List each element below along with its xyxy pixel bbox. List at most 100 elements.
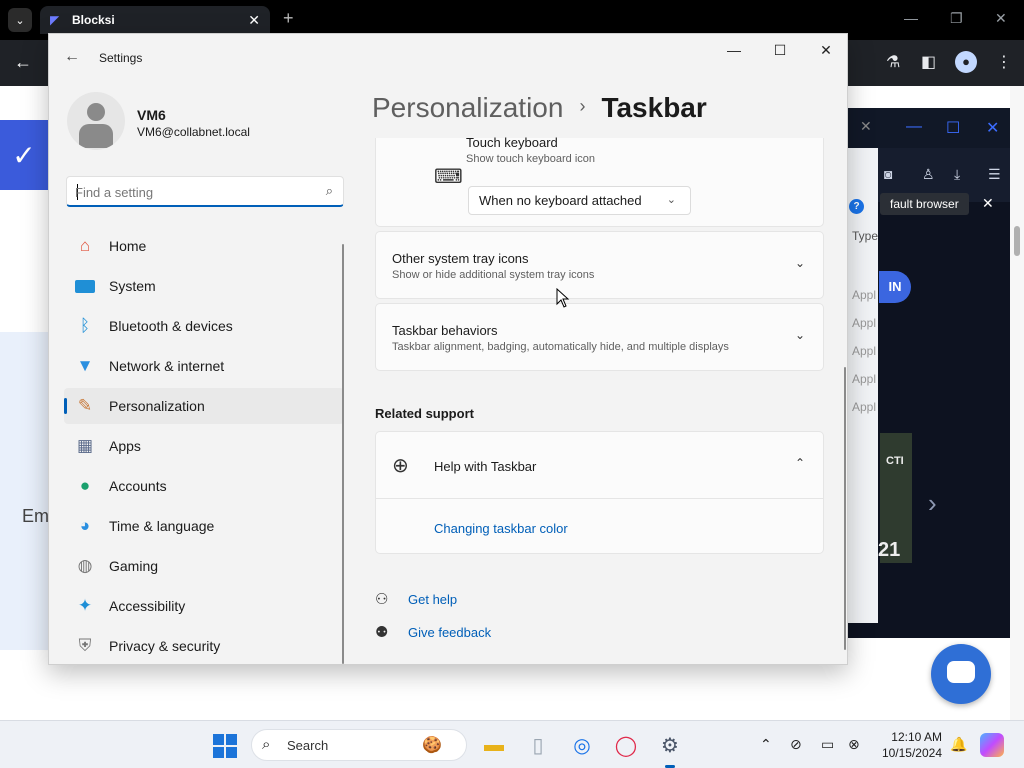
user-name: VM6 [137, 107, 166, 123]
settings-gear-icon[interactable]: ⚙ [656, 731, 684, 768]
display-icon[interactable]: ▭ [821, 736, 834, 753]
content-scrollbar[interactable] [844, 367, 846, 650]
tray-overflow-icon[interactable]: ⌃ [760, 736, 772, 753]
opera-icon[interactable]: ◯ [612, 731, 640, 759]
help-badge-icon[interactable]: ? [849, 199, 864, 214]
network-status-icon[interactable]: ⊘ [790, 736, 802, 753]
sidebar-item-time-language[interactable]: ◕ Time & language [64, 508, 344, 544]
shield-icon: ⛨ [78, 636, 92, 655]
start-windows-icon[interactable] [213, 734, 237, 758]
search-box[interactable]: ⌕ [66, 176, 344, 207]
copilot-icon[interactable] [980, 733, 1004, 757]
search-input[interactable] [75, 182, 305, 202]
list-item[interactable]: Appl [852, 372, 876, 386]
bluetooth-icon: ᛒ [79, 316, 91, 335]
back-arrow-icon[interactable]: ← [61, 46, 83, 68]
dropdown-value: When no keyboard attached [479, 193, 642, 208]
default-browser-tooltip: fault browser [880, 193, 969, 215]
sidebar-item-label: Home [109, 238, 147, 254]
sidebar-item-personalization[interactable]: ✎ Personalization [64, 388, 344, 424]
sidebar-item-label: Accounts [109, 478, 167, 494]
download-icon[interactable]: ⤓ [954, 166, 960, 183]
breadcrumb-parent[interactable]: Personalization [372, 92, 563, 123]
chevron-down-icon[interactable]: ⌄ [795, 328, 805, 342]
browser-tab-blocksi[interactable]: ◤ Blocksi ✕ [40, 6, 270, 34]
browser-close-icon[interactable]: ✕ [995, 10, 1007, 27]
search-icon[interactable]: ⌕ [326, 183, 333, 199]
gamepad-icon: ◍ [77, 556, 93, 575]
sidebar-item-gaming[interactable]: ◍ Gaming [64, 548, 344, 584]
tab-search-button[interactable]: ⌄ [8, 8, 32, 32]
sidebar-item-accounts[interactable]: ● Accounts [64, 468, 344, 504]
other-tray-icons-card[interactable]: Other system tray icons Show or hide add… [375, 231, 824, 299]
give-feedback-label[interactable]: Give feedback [408, 625, 491, 640]
sidebar-scrollbar[interactable] [342, 244, 344, 664]
get-help-link[interactable]: ⚇ Get help [375, 590, 457, 608]
popup-type-label: Type [852, 229, 879, 243]
touch-keyboard-dropdown[interactable]: When no keyboard attached ⌄ [468, 186, 691, 215]
close-icon[interactable]: ✕ [811, 40, 841, 60]
camera-icon[interactable]: ◙ [884, 166, 892, 182]
list-item[interactable]: Appl [852, 400, 876, 414]
notepad-icon[interactable]: ▯ [524, 731, 552, 759]
sidebar-item-label: Gaming [109, 558, 159, 574]
behaviors-title: Taskbar behaviors [392, 323, 498, 338]
sidebar-item-network[interactable]: ▼ Network & internet [64, 348, 344, 384]
system-icon [74, 275, 96, 297]
tooltip-close-icon[interactable]: ✕ [982, 195, 994, 212]
avatar[interactable] [67, 92, 125, 150]
sidebar-item-bluetooth[interactable]: ᛒ Bluetooth & devices [64, 308, 344, 344]
chevron-down-icon[interactable]: ⌄ [795, 256, 805, 270]
get-help-icon: ⚇ [375, 591, 389, 608]
sidebar-item-label: Apps [109, 438, 141, 454]
side-panel-icon[interactable]: ◧ [921, 52, 936, 72]
browser-back-icon[interactable]: ← [14, 52, 32, 73]
browser-minimize-icon[interactable]: — [904, 10, 918, 26]
taskbar-clock[interactable]: 12:10 AM 10/15/2024 [868, 729, 942, 761]
maximize-icon[interactable]: ☐ [765, 40, 795, 60]
sidebar-item-system[interactable]: System [64, 268, 344, 304]
chat-button[interactable] [931, 644, 991, 704]
list-item[interactable]: Appl [852, 316, 876, 330]
sidebar-item-accessibility[interactable]: ✦ Accessibility [64, 588, 344, 624]
popup-maximize-icon[interactable]: ☐ [946, 118, 960, 138]
chrome-icon[interactable]: ◎ [568, 731, 596, 759]
browser-menu-icon[interactable]: ⋮ [996, 52, 1012, 72]
popup-close-icon[interactable]: ✕ [986, 118, 999, 138]
list-item[interactable]: Appl [852, 288, 876, 302]
popup-close-faded-icon[interactable]: ✕ [860, 118, 872, 135]
person-icon[interactable]: ♙ [922, 166, 935, 183]
taskbar-behaviors-card[interactable]: Taskbar behaviors Taskbar alignment, bad… [375, 303, 824, 371]
popup-minimize-icon[interactable]: — [906, 118, 922, 136]
close-tab-icon[interactable]: ✕ [248, 12, 260, 29]
give-feedback-link[interactable]: ⚉ Give feedback [375, 623, 491, 641]
home-icon: ⌂ [79, 236, 91, 255]
breadcrumb-chevron-icon: › [579, 96, 586, 116]
menu-lines-icon[interactable]: ☰ [988, 166, 1001, 183]
accessibility-icon: ✦ [77, 596, 93, 615]
browser-scrollbar[interactable] [1010, 86, 1024, 720]
volume-muted-icon[interactable]: ⊗ [848, 736, 860, 753]
sidebar-item-privacy[interactable]: ⛨ Privacy & security [64, 628, 344, 664]
clock-time: 12:10 AM [891, 730, 942, 744]
carousel-next-icon[interactable]: › [928, 488, 937, 519]
sidebar-item-apps[interactable]: ▦ Apps [64, 428, 344, 464]
other-tray-subtitle: Show or hide additional system tray icon… [392, 269, 595, 281]
chevron-up-icon[interactable]: ⌃ [795, 456, 805, 470]
sign-in-button[interactable]: IN [879, 271, 911, 303]
minimize-icon[interactable]: — [719, 40, 749, 60]
notification-bell-icon[interactable]: 🔔 [950, 736, 967, 753]
taskbar-search[interactable]: ⌕ Search 🍪 [251, 729, 467, 761]
help-with-taskbar-header[interactable]: ⊕ Help with Taskbar ⌃ [376, 432, 823, 499]
browser-profile-icon[interactable]: ● [955, 51, 977, 73]
list-item[interactable]: Appl [852, 344, 876, 358]
promo-image[interactable]: CTI 21 [878, 433, 912, 563]
search-icon: ⌕ [262, 736, 271, 753]
labs-flask-icon[interactable]: ⚗ [886, 52, 900, 72]
browser-restore-icon[interactable]: ❐ [950, 10, 963, 27]
sidebar-item-home[interactable]: ⌂ Home [64, 228, 344, 264]
get-help-label[interactable]: Get help [408, 592, 457, 607]
changing-taskbar-color-link[interactable]: Changing taskbar color [434, 521, 568, 536]
new-tab-button[interactable]: + [283, 8, 294, 29]
file-explorer-icon[interactable]: ▬ [480, 731, 508, 759]
